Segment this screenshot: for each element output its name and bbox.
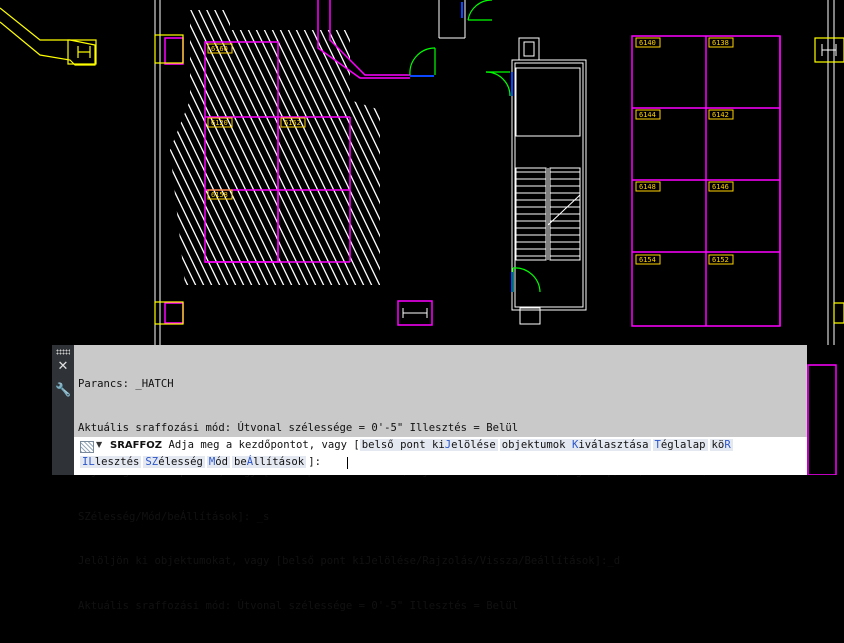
prompt-line: SRAFFOZ Adja meg a kezdőpontot, vagy [be…	[110, 438, 735, 453]
prompt-suffix: ]:	[308, 456, 321, 468]
prompt-option[interactable]: belső pont kiJelölése	[359, 439, 498, 451]
hatch-pattern	[170, 10, 380, 285]
fixture-symbols	[402, 44, 837, 318]
history-line: Aktuális sraffozási mód: Útvonal széless…	[78, 421, 519, 434]
room-label: 6138	[708, 37, 734, 48]
prompt-option[interactable]: Téglalap	[652, 439, 708, 451]
stair-core	[511, 37, 587, 325]
history-line: Parancs: _HATCH	[78, 377, 174, 390]
svg-text:6142: 6142	[712, 111, 729, 119]
svg-text:6140: 6140	[639, 39, 656, 47]
room-label: 6144	[635, 109, 661, 120]
text-cursor	[347, 457, 348, 469]
drag-handle-icon[interactable]	[56, 349, 70, 355]
doors	[409, 0, 541, 293]
room-label: 6152	[708, 254, 734, 265]
wrench-icon[interactable]: 🔧	[55, 383, 71, 399]
prompt-option[interactable]: ILlesztés	[80, 456, 142, 468]
prompt-option[interactable]: objektumok Kiválasztása	[499, 439, 651, 451]
command-history: Parancs: _HATCH Aktuális sraffozási mód:…	[78, 347, 802, 643]
room-label: 6160	[207, 43, 233, 54]
svg-text:6144: 6144	[639, 111, 656, 119]
command-window-grip[interactable]: ✕ 🔧	[52, 345, 74, 475]
room-label: 6140	[635, 37, 661, 48]
history-line: Aktuális sraffozási mód: Útvonal széless…	[78, 599, 519, 612]
room-label: 6142	[708, 109, 734, 120]
room-label: 6120	[207, 117, 233, 128]
building-outline	[154, 0, 835, 345]
svg-text:6162: 6162	[284, 119, 301, 127]
svg-text:6160: 6160	[211, 45, 228, 53]
svg-text:6154: 6154	[639, 256, 656, 264]
door-frames	[410, 2, 513, 292]
command-name: SRAFFOZ	[110, 440, 163, 451]
prompt-option[interactable]: köR	[709, 439, 733, 451]
prompt-option[interactable]: beÁllítások	[232, 456, 307, 468]
svg-text:6146: 6146	[712, 183, 729, 191]
column-markers	[0, 7, 844, 325]
svg-text:6148: 6148	[639, 183, 656, 191]
room-label: 6154	[635, 254, 661, 265]
prompt-line: ILlesztés SZélesség Mód beÁllítások]:	[80, 455, 321, 470]
svg-text:6138: 6138	[712, 39, 729, 47]
prompt-option[interactable]: Mód	[206, 456, 230, 468]
hatch-command-icon	[80, 441, 94, 453]
history-line: Jelöljön ki objektumokat, vagy [belső po…	[78, 555, 621, 568]
history-line: SZélesség/Mód/beÁllítások]: _s	[78, 510, 270, 523]
command-input[interactable]: ▼ SRAFFOZ Adja meg a kezdőpontot, vagy […	[74, 437, 807, 475]
close-icon[interactable]: ✕	[55, 359, 71, 375]
svg-text:6158: 6158	[211, 191, 228, 199]
recent-commands-dropdown-icon[interactable]: ▼	[96, 440, 102, 449]
svg-text:6152: 6152	[712, 256, 729, 264]
svg-text:6120: 6120	[211, 119, 228, 127]
room-label: 6158	[207, 189, 233, 200]
room-label: 6146	[708, 181, 734, 192]
room-labels: 6140 6138 6144 6142 6148 6146 6154 6152 6160 6120…	[207, 37, 734, 265]
prompt-option[interactable]: SZélesség	[143, 456, 205, 468]
room-label: 6148	[635, 181, 661, 192]
prompt-text: Adja meg a kezdőpontot, vagy [	[168, 439, 360, 451]
command-window: ✕ 🔧 Parancs: _HATCH Aktuális sraffozási …	[52, 345, 807, 612]
